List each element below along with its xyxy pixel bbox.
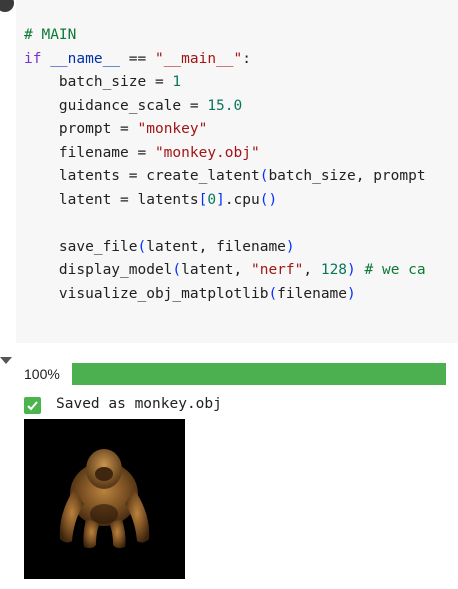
- code-token: "monkey": [137, 121, 208, 137]
- code-line: filename = "monkey.obj": [24, 142, 426, 166]
- code-token: ]: [216, 191, 225, 208]
- code-token: :: [242, 50, 252, 67]
- progress-label: 100%: [24, 366, 60, 382]
- code-token: latent,: [181, 262, 251, 278]
- code-token: "monkey.obj": [154, 144, 260, 161]
- code-token: ): [285, 238, 295, 255]
- progress-bar-fill: [72, 363, 446, 385]
- code-token: batch_size =: [24, 74, 173, 90]
- code-block[interactable]: # MAIN if __name__ == "__main__": batch_s…: [24, 24, 426, 306]
- code-token: .cpu: [224, 191, 260, 208]
- code-line: prompt = "monkey": [24, 118, 426, 142]
- code-line: visualize_obj_matplotlib(filename): [24, 283, 426, 307]
- code-token: ): [347, 285, 356, 302]
- code-token: batch_size, prompt: [268, 168, 426, 184]
- code-line: latent = latents[0].cpu(): [24, 189, 426, 213]
- code-line: # MAIN: [24, 24, 426, 48]
- code-token: (: [172, 262, 182, 278]
- code-token: (: [268, 285, 278, 302]
- saved-message: Saved as monkey.obj: [56, 396, 222, 412]
- code-token: 1: [172, 74, 182, 90]
- code-token: (: [137, 238, 147, 255]
- code-line: save_file(latent, filename): [24, 236, 426, 260]
- saved-message-row: Saved as monkey.obj: [24, 396, 444, 416]
- code-editor[interactable]: # MAIN if __name__ == "__main__": batch_s…: [16, 0, 458, 343]
- progress-bar: [72, 363, 446, 385]
- cell-output: 100% Saved as monkey.obj: [0, 343, 458, 589]
- code-line: guidance_scale = 15.0: [24, 95, 426, 119]
- progress-row: 100%: [24, 363, 454, 387]
- output-collapse-icon[interactable]: [0, 357, 12, 364]
- code-token: 0: [207, 191, 217, 208]
- code-line: if __name__ == "__main__":: [24, 48, 426, 72]
- code-line: batch_size = 1: [24, 71, 426, 95]
- code-token: "nerf": [250, 262, 304, 278]
- code-token: # MAIN: [24, 27, 77, 43]
- code-token: ): [347, 262, 365, 278]
- code-cell[interactable]: # MAIN if __name__ == "__main__": batch_s…: [0, 0, 458, 343]
- code-token: "__main__": [154, 50, 243, 67]
- code-line: display_model(latent, "nerf", 128) # we …: [24, 259, 426, 283]
- notebook-page: # MAIN if __name__ == "__main__": batch_s…: [0, 0, 458, 589]
- code-token: 15.0: [207, 97, 243, 114]
- code-token: 128: [320, 262, 348, 278]
- check-mark-icon: [24, 397, 41, 414]
- code-token: filename =: [24, 144, 155, 161]
- code-token: visualize_obj_matplotlib: [24, 285, 269, 302]
- code-token: display_model: [24, 262, 173, 278]
- code-token: (): [259, 191, 278, 208]
- code-token: latent = latents: [24, 191, 199, 208]
- code-token: prompt =: [24, 121, 138, 137]
- run-cell-icon[interactable]: [0, 0, 14, 12]
- code-line: latents = create_latent(batch_size, prom…: [24, 165, 426, 189]
- monkey-render-image: [24, 419, 185, 579]
- code-token: __name__: [50, 50, 121, 67]
- code-token: latent, filename: [146, 238, 286, 255]
- code-token: save_file: [24, 238, 138, 255]
- code-token: latents = create_latent: [24, 168, 260, 184]
- code-token: if: [24, 50, 42, 67]
- code-token: # we ca: [364, 262, 426, 278]
- code-token: ==: [120, 50, 155, 67]
- code-token: ,: [303, 262, 321, 278]
- code-token: filename: [277, 285, 348, 302]
- cell-gutter: [0, 0, 16, 343]
- code-token: guidance_scale =: [24, 97, 208, 114]
